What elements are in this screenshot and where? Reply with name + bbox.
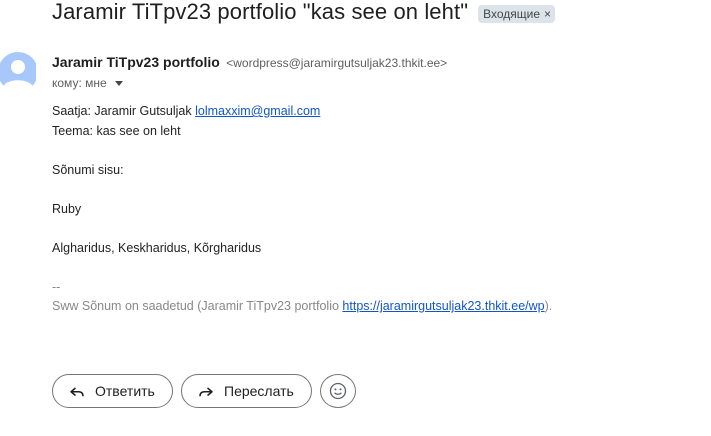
sonumi-sisu-line: Sõnumi sisu: (52, 162, 124, 177)
reply-arrow-icon (70, 387, 84, 397)
person-avatar-icon (0, 52, 36, 92)
smiley-icon (329, 382, 347, 400)
email-body: Saatja: Jaramir Gutsuljak lolmaxxim@gmai… (52, 102, 552, 317)
teema-line: Teema: kas see on leht (52, 123, 181, 138)
recipients-line[interactable]: кому: мне (52, 76, 123, 90)
haridus-line: Algharidus, Keskharidus, Kõrgharidus (52, 240, 262, 255)
emoji-reaction-button[interactable] (320, 374, 356, 408)
inbox-label-text: Входящие (483, 7, 541, 21)
saatja-line: Saatja: Jaramir Gutsuljak lolmaxxim@gmai… (52, 102, 552, 122)
email-subject-header: Jaramir TiTpv23 portfolio "kas see on le… (52, 0, 556, 30)
recipients-text: кому: мне (52, 76, 107, 90)
saatja-email-link[interactable]: lolmaxxim@gmail.com (195, 104, 320, 118)
caret-down-icon[interactable] (114, 81, 123, 86)
forward-label: Переслать (224, 383, 294, 399)
reply-button[interactable]: Ответить (52, 374, 173, 408)
remove-label-icon[interactable]: × (544, 7, 551, 21)
forward-button[interactable]: Переслать (181, 374, 312, 408)
footer-text: Sww Sõnum on saadetud (Jaramir TiTpv23 p… (52, 299, 343, 313)
email-subject: Jaramir TiTpv23 portfolio "kas see on le… (52, 0, 469, 24)
sender-email: <wordpress@jaramirgutsuljak23.thkit.ee> (226, 56, 448, 70)
signature-dash: -- (52, 279, 61, 294)
sender-name[interactable]: Jaramir TiTpv23 portfolio (52, 54, 220, 70)
inbox-label-chip[interactable]: Входящие × (478, 5, 556, 23)
footer-link[interactable]: https://jaramirgutsuljak23.thkit.ee/wp (342, 299, 544, 313)
saatja-label: Saatja: Jaramir Gutsuljak (52, 104, 196, 118)
footer-line: Sww Sõnum on saadetud (Jaramir TiTpv23 p… (52, 297, 552, 317)
ruby-line: Ruby (52, 201, 82, 216)
sender-avatar[interactable] (0, 52, 36, 92)
forward-arrow-icon (199, 387, 213, 397)
sender-line: Jaramir TiTpv23 portfolio <wordpress@jar… (52, 54, 447, 72)
reply-label: Ответить (95, 383, 155, 399)
footer-suffix: ). (544, 299, 553, 313)
